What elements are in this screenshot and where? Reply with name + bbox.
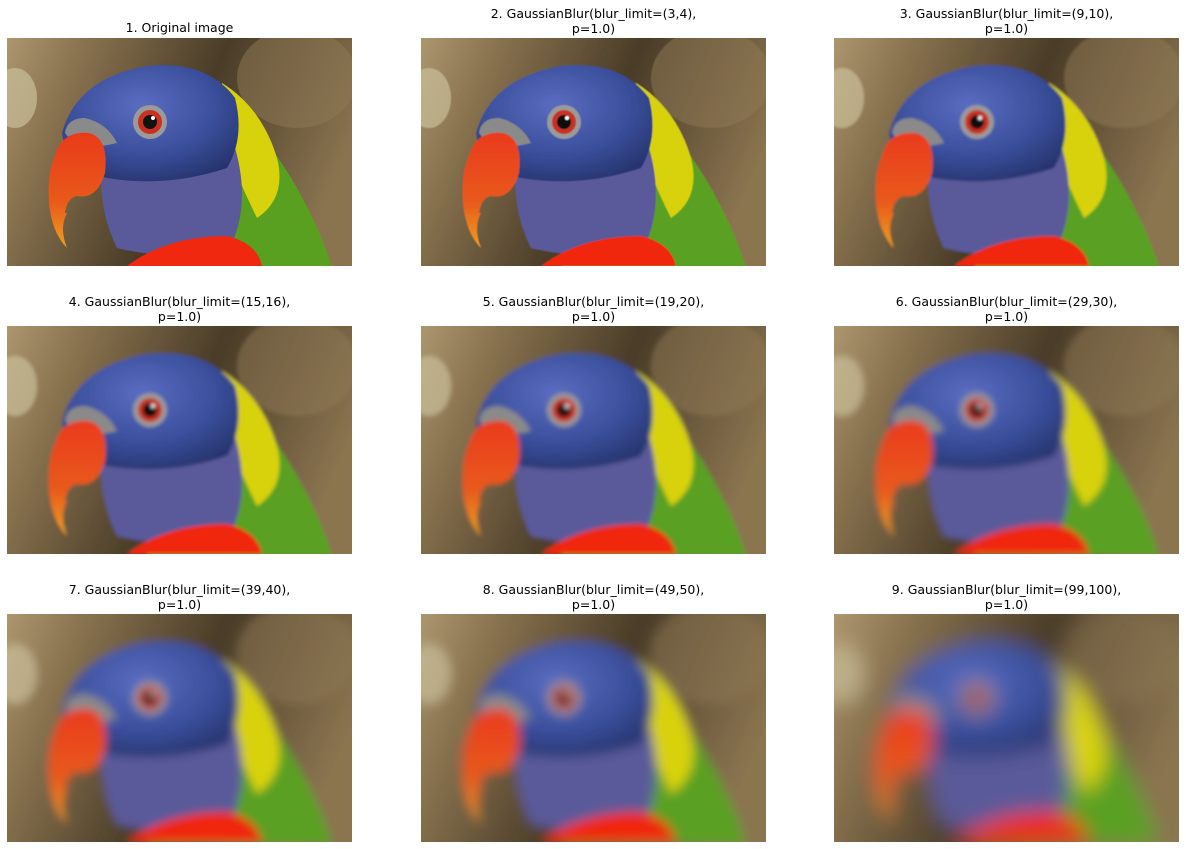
panel-1-image (7, 38, 352, 266)
panel-2-title: 2. GaussianBlur(blur_limit=(3,4), p=1.0) (490, 6, 697, 36)
panel-5-image (421, 326, 766, 554)
panel-7-image (7, 614, 352, 842)
panel-4-image (7, 326, 352, 554)
panel-3-title: 3. GaussianBlur(blur_limit=(9,10), p=1.0… (899, 6, 1114, 36)
panel-5-title: 5. GaussianBlur(blur_limit=(19,20), p=1.… (482, 294, 705, 324)
panel-6-image (834, 326, 1179, 554)
panel-9-title: 9. GaussianBlur(blur_limit=(99,100), p=1… (891, 582, 1122, 612)
panel-4-title: 4. GaussianBlur(blur_limit=(15,16), p=1.… (68, 294, 291, 324)
panel-2-image (421, 38, 766, 266)
panel-8-title: 8. GaussianBlur(blur_limit=(49,50), p=1.… (482, 582, 705, 612)
panel-6-title: 6. GaussianBlur(blur_limit=(29,30), p=1.… (895, 294, 1118, 324)
panel-3-image (834, 38, 1179, 266)
panel-1-title: 1. Original image (125, 20, 234, 35)
panel-9-image (834, 614, 1179, 842)
panel-7-title: 7. GaussianBlur(blur_limit=(39,40), p=1.… (68, 582, 291, 612)
panel-8-image (421, 614, 766, 842)
